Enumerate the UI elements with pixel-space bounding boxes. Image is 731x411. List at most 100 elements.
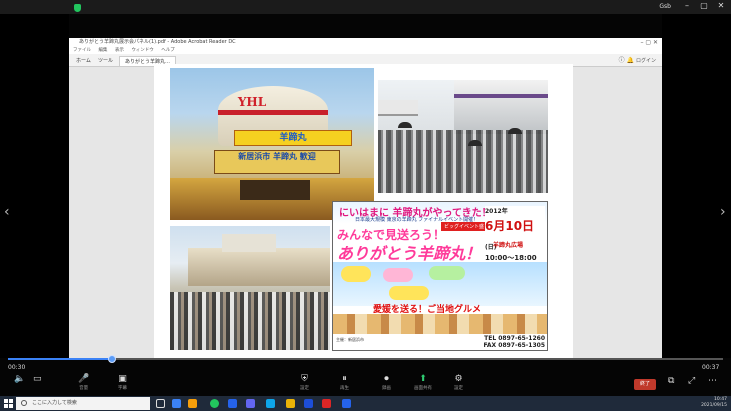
more-icon[interactable]: ⋯: [708, 376, 717, 386]
poster-venue: 羊蹄丸広場: [493, 242, 524, 249]
player-controls: 🔈 ▭ 🎤 音量 ▣ 字幕 ⛨ 設定 ⏸ 再生 ⏺ 録画 ⬆ 画面共有 ⚙ 設定 終了 ⧉ ⤢…: [0, 370, 731, 396]
app-icon[interactable]: [322, 399, 331, 408]
tray-date: 2021/09/15: [701, 403, 727, 408]
app-title: ありがとう羊蹄丸展示会パネル(1).pdf - Adobe Acrobat Re…: [79, 39, 236, 45]
ship-door: [240, 180, 310, 200]
poster-year: 2012年: [485, 208, 508, 215]
maximize-icon[interactable]: ▢: [698, 1, 710, 10]
poster-main-line-2: ありがとう羊蹄丸！: [337, 244, 482, 263]
settings-button[interactable]: ⚙ 設定: [454, 374, 463, 391]
poster-contact: TEL 0897-65-1260 FAX 0897-65-1305: [484, 335, 546, 349]
help-icon[interactable]: ⓘ: [619, 57, 625, 64]
right-panel: ›: [662, 14, 731, 358]
ship-banner-2: 新居浜市 羊蹄丸 歓迎: [214, 150, 340, 174]
app-icon[interactable]: [342, 399, 351, 408]
bell-icon[interactable]: 🔔: [627, 57, 634, 64]
play-pause-label: 再生: [340, 386, 349, 391]
event-poster: にいはまに 羊蹄丸がやってきた！ 日本最大規模 東京の羊蹄丸 ファイナルイベント…: [332, 201, 548, 351]
close-icon[interactable]: ✕: [715, 1, 727, 10]
ship-bridge: [222, 234, 276, 252]
umbrella: [398, 122, 412, 128]
security-shield-icon: [74, 4, 81, 12]
volume-label: 音量: [79, 386, 89, 391]
shield-button[interactable]: ⛨ 設定: [300, 374, 309, 391]
poster-bubble: [383, 268, 413, 282]
sign-in-link[interactable]: ログイン: [636, 58, 656, 64]
pdf-reader-window: ありがとう羊蹄丸展示会パネル(1).pdf - Adobe Acrobat Re…: [69, 38, 662, 358]
umbrella: [508, 128, 522, 134]
poster-organizer: 主催：新居浜市: [336, 337, 364, 342]
funnel-stripe: [218, 110, 328, 115]
ship-stripe: [454, 94, 548, 98]
app-icon[interactable]: [246, 399, 255, 408]
poster-illustration: [333, 262, 547, 306]
tent: [378, 100, 418, 116]
menu-file[interactable]: ファイル: [73, 48, 91, 53]
fullscreen-icon[interactable]: ⤢: [688, 376, 695, 386]
menu-edit[interactable]: 編集: [98, 48, 107, 53]
ship-banner: 羊蹄丸: [234, 130, 352, 146]
app-toolbar-right: ⓘ 🔔 ログイン: [619, 55, 656, 64]
pip-icon[interactable]: ⧉: [668, 376, 674, 386]
volume-button[interactable]: 🎤 音量: [78, 374, 89, 391]
player-top-bar: Gsb – ▢ ✕: [0, 0, 731, 14]
minimize-icon[interactable]: –: [681, 1, 693, 10]
volume-icon[interactable]: 🔈: [14, 374, 25, 384]
app-icon[interactable]: [266, 399, 275, 408]
app-title-bar: ありがとう羊蹄丸展示会パネル(1).pdf - Adobe Acrobat Re…: [69, 38, 662, 47]
ship-side: [454, 80, 548, 134]
poster-bubble: [341, 266, 371, 282]
poster-tel: TEL 0897-65-1260: [484, 335, 545, 342]
player-label: Gsb: [659, 3, 671, 10]
menu-window[interactable]: ウィンドウ: [131, 48, 154, 53]
photo-ship-funnel: YHL 羊蹄丸 新居浜市 羊蹄丸 歓迎: [170, 68, 374, 220]
end-button[interactable]: 終了: [634, 379, 656, 390]
poster-day: 6月10日: [485, 219, 535, 233]
system-tray[interactable]: 10:47 2021/09/15: [701, 397, 727, 409]
menu-help[interactable]: ヘルプ: [161, 48, 175, 53]
record-button[interactable]: ⏺ 録画: [382, 374, 391, 391]
subtitles-button[interactable]: ▣ 字幕: [118, 374, 127, 391]
record-label: 録画: [382, 386, 391, 391]
edge-icon[interactable]: [172, 399, 181, 408]
poster-footer: 主催：新居浜市 TEL 0897-65-1260 FAX 0897-65-130…: [333, 334, 547, 350]
previous-arrow-icon[interactable]: ‹: [4, 204, 10, 220]
poster-bubble: [429, 266, 465, 280]
windows-taskbar: ここに入力して検索 10:47 2021/09/15: [0, 396, 731, 411]
subtitles-label: 字幕: [118, 386, 127, 391]
seek-thumb[interactable]: [108, 355, 116, 363]
taskbar-search-input[interactable]: ここに入力して検索: [16, 397, 150, 410]
shield-label: 設定: [300, 386, 309, 391]
mail-icon[interactable]: [228, 399, 237, 408]
screen: Gsb – ▢ ✕ ‹ › ありがとう羊蹄丸展示会パネル(1).pdf - Ad…: [0, 0, 731, 411]
poster-date: 2012年 6月10日(日) 10:00〜18:00: [485, 206, 545, 262]
tab-tools[interactable]: ツール: [93, 56, 118, 66]
app-icon[interactable]: [304, 399, 313, 408]
crowd: [170, 292, 330, 350]
task-view-icon[interactable]: [156, 399, 165, 408]
app-icon[interactable]: [286, 399, 295, 408]
funnel-logo: YHL: [237, 95, 267, 109]
windows-start-icon[interactable]: [4, 399, 13, 408]
search-icon: [21, 400, 27, 406]
play-pause-button[interactable]: ⏸ 再生: [340, 374, 349, 391]
seek-progress: [8, 358, 112, 360]
seek-bar[interactable]: [8, 355, 723, 363]
app-window-controls[interactable]: – ▢ ✕: [640, 38, 658, 47]
pdf-page: YHL 羊蹄丸 新居浜市 羊蹄丸 歓迎 にいはまに 羊蹄丸がやってきた！ 日本最…: [154, 64, 573, 358]
poster-bubble: [389, 286, 429, 300]
settings-label: 設定: [454, 386, 463, 391]
next-arrow-icon[interactable]: ›: [720, 204, 726, 220]
poster-fax: FAX 0897-65-1305: [483, 342, 546, 349]
share-screen-button[interactable]: ⬆ 画面共有: [414, 374, 432, 391]
app-menu-bar: ファイル 編集 表示 ウィンドウ ヘルプ: [69, 47, 662, 54]
poster-food-photos: [333, 314, 547, 334]
search-placeholder: ここに入力して検索: [32, 400, 77, 406]
share-screen-label: 画面共有: [414, 386, 432, 391]
chrome-icon[interactable]: [210, 399, 219, 408]
folder-icon[interactable]: [188, 399, 197, 408]
umbrella: [468, 140, 482, 146]
subtitles-icon[interactable]: ▭: [33, 374, 42, 384]
photo-crowd-pier: [378, 80, 548, 193]
menu-view[interactable]: 表示: [115, 48, 124, 53]
